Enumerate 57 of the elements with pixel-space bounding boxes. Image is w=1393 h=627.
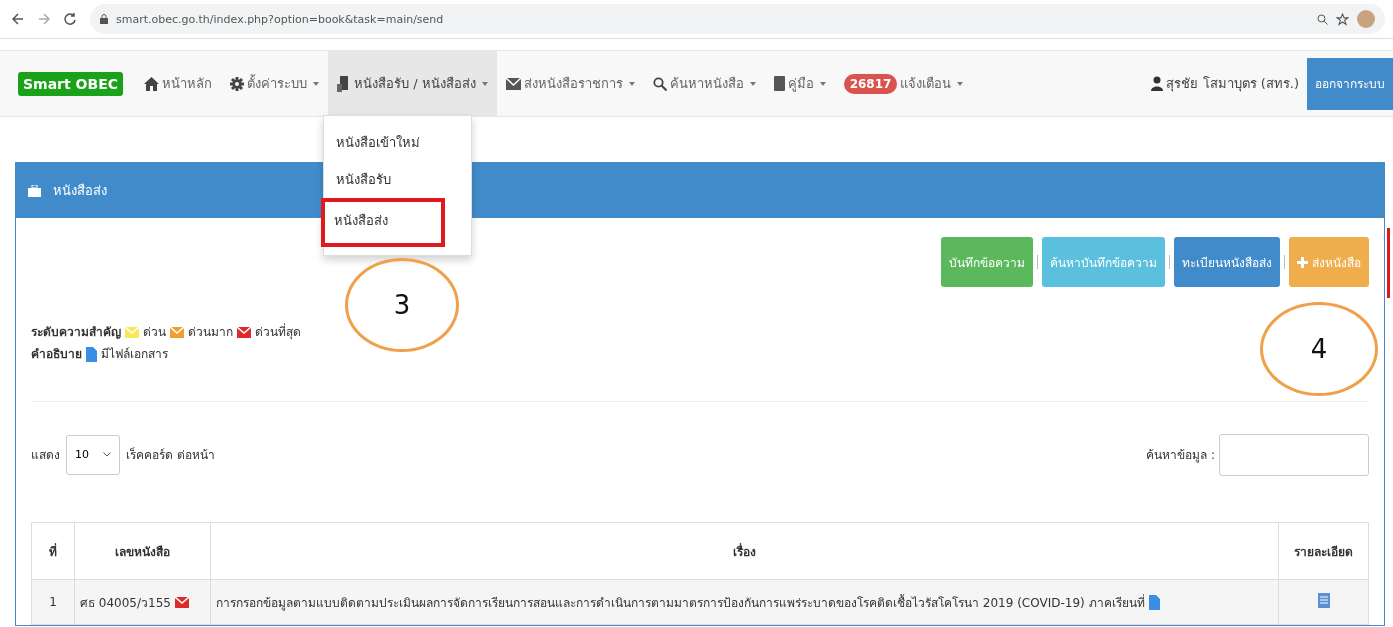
search-label: ค้นหาข้อมูล : [1146,447,1215,464]
column-header: ที่ [31,522,75,580]
plus-icon [1297,256,1308,268]
url-text: smart.obec.go.th/index.php?option=book&task=main/send [116,12,445,26]
nav-item[interactable]: หนังสือรับ / หนังสือส่ง [328,51,497,116]
table-cell-text: ศธ 04005/ว155 [80,594,171,612]
file-icon [86,346,97,362]
action-button[interactable]: ทะเบียนหนังสือส่ง [1174,237,1280,287]
nav-item[interactable]: คู่มือ [764,51,835,116]
table-cell: 1 [31,579,75,625]
document-list-icon[interactable] [1317,593,1330,608]
nav-item[interactable]: หน้าหลัก [135,51,221,116]
legend-title: ระดับความสำคัญ [31,324,121,341]
menu-item[interactable]: หนังสือเข้าใหม่ [324,124,471,161]
user-name[interactable]: สุรชัย โสมาบุตร (สทร.) [1166,73,1299,94]
home-icon [144,76,159,91]
user-icon [1151,76,1164,91]
edge-mark [1387,228,1390,298]
length-label: แสดง [31,447,60,464]
brand-logo[interactable]: Smart OBEC [18,71,123,96]
menu-item[interactable]: หนังสือรับ [324,161,471,198]
table-cell-text: การกรอกข้อมูลตามแบบติดตามประเมินผลการจัดการเรียนการสอนและการดำเนินการตามมาตรการป้องกันการแพร่ระบาดของโรคติดเชื้อไวรัสโคโรนา 2019 (COVID-19) ภาคเรียนที่ [216,593,1145,612]
back-icon[interactable] [12,13,24,25]
menu-item[interactable]: หนังสือส่ง [321,198,445,247]
nav-item[interactable]: ตั้งค่าระบบ [221,51,328,116]
chevron-icon [103,452,111,457]
star-icon[interactable] [1336,12,1349,26]
address-bar[interactable]: smart.obec.go.th/index.php?option=book&task=main/send [90,4,1385,34]
column-header: รายละเอียด [1278,522,1369,580]
logout-button[interactable]: ออกจากระบบ [1307,57,1393,110]
legend-label: มีไฟล์เอกสาร [101,346,168,363]
envelope-icon [505,77,521,90]
document-icon [337,75,351,92]
callout-circle: 3 [345,258,459,352]
briefcase-icon [28,184,41,197]
legend-title: คำอธิบาย [31,346,82,363]
search-field[interactable] [1219,433,1369,476]
nav-item[interactable]: ค้นหาหนังสือ [643,51,765,116]
legend-label: ด่วน [143,324,166,341]
callout-circle: 4 [1260,302,1378,396]
length-label: เร็คคอร์ด ต่อหน้า [126,446,215,464]
count-badge: 26817 [843,73,898,94]
legend-label: ด่วนที่สุด [255,322,301,342]
search-icon [652,76,667,91]
zoom-icon[interactable] [1317,13,1328,25]
lock-icon [100,14,108,24]
caret-icon [957,81,964,86]
gear-icon [230,76,244,91]
legend-label: ด่วนมาก [188,324,233,341]
nav-item[interactable]: ส่งหนังสือราชการ [496,51,644,116]
book-icon [773,76,785,91]
notifications-menu[interactable]: 26817 แจ้งเตือน [834,51,973,116]
reload-icon[interactable] [64,13,76,25]
column-header: เรื่อง [210,522,1279,580]
page-size-select[interactable]: 10 [66,434,120,475]
panel-title: หนังสือส่ง [53,182,107,200]
column-header: เลขหนังสือ [74,522,211,580]
